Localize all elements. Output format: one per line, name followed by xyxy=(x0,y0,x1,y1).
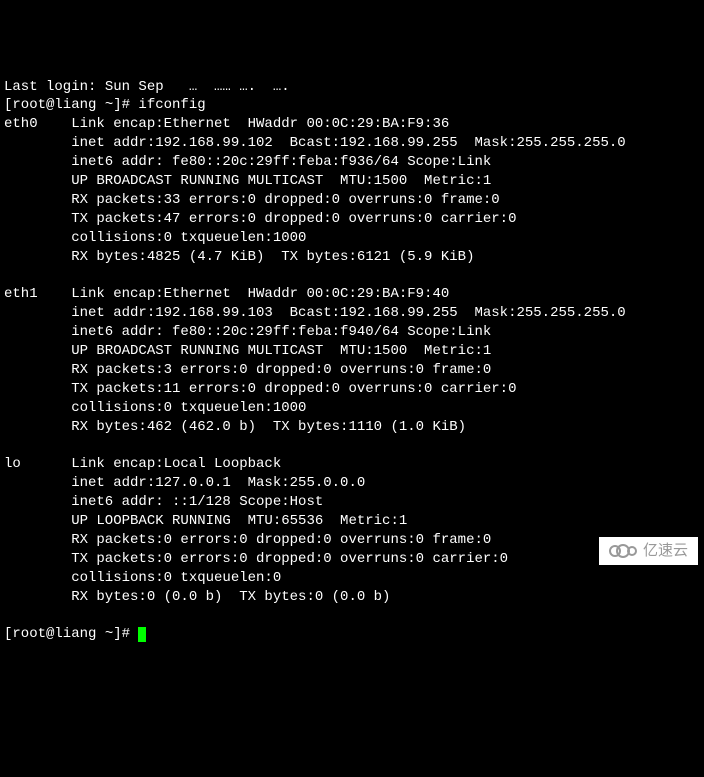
cursor-icon xyxy=(138,627,146,642)
iface-lo-line: loLink encap:Local Loopback xyxy=(4,455,700,474)
iface-lo-line: inet6 addr: ::1/128 Scope:Host xyxy=(4,493,700,512)
iface-eth1-line: RX packets:3 errors:0 dropped:0 overruns… xyxy=(4,361,700,380)
iface-eth0-line: UP BROADCAST RUNNING MULTICAST MTU:1500 … xyxy=(4,172,700,191)
iface-name: eth1 xyxy=(4,285,71,304)
prompt-line-1: [root@liang ~]# ifconfig xyxy=(4,96,700,115)
watermark-text: 亿速云 xyxy=(643,541,688,561)
iface-eth1-line: collisions:0 txqueuelen:1000 xyxy=(4,399,700,418)
iface-eth1-line: UP BROADCAST RUNNING MULTICAST MTU:1500 … xyxy=(4,342,700,361)
shell-prompt: [root@liang ~]# xyxy=(4,626,138,642)
blank-line xyxy=(4,266,700,285)
iface-name: eth0 xyxy=(4,115,71,134)
iface-lo-line: inet addr:127.0.0.1 Mask:255.0.0.0 xyxy=(4,474,700,493)
iface-eth0-line: inet6 addr: fe80::20c:29ff:feba:f936/64 … xyxy=(4,153,700,172)
iface-lo-line: UP LOOPBACK RUNNING MTU:65536 Metric:1 xyxy=(4,512,700,531)
iface-eth0-line: TX packets:47 errors:0 dropped:0 overrun… xyxy=(4,210,700,229)
iface-eth0-line: RX packets:33 errors:0 dropped:0 overrun… xyxy=(4,191,700,210)
iface-lo-line: RX packets:0 errors:0 dropped:0 overruns… xyxy=(4,531,700,550)
iface-eth1-line: RX bytes:462 (462.0 b) TX bytes:1110 (1.… xyxy=(4,418,700,437)
iface-eth1-line: TX packets:11 errors:0 dropped:0 overrun… xyxy=(4,380,700,399)
terminal-output[interactable]: Last login: Sun Sep … …… …. ….[root@lian… xyxy=(4,78,700,645)
blank-line xyxy=(4,607,700,626)
iface-eth0-line: collisions:0 txqueuelen:1000 xyxy=(4,229,700,248)
partial-login-line: Last login: Sun Sep … …… …. …. xyxy=(4,78,700,97)
blank-line xyxy=(4,436,700,455)
iface-eth0-line: RX bytes:4825 (4.7 KiB) TX bytes:6121 (5… xyxy=(4,248,700,267)
iface-eth0-line: inet addr:192.168.99.102 Bcast:192.168.9… xyxy=(4,134,700,153)
iface-eth1-line: inet6 addr: fe80::20c:29ff:feba:f940/64 … xyxy=(4,323,700,342)
prompt-line-2[interactable]: [root@liang ~]# xyxy=(4,625,700,644)
cloud-icon xyxy=(609,543,637,559)
iface-lo-line: TX packets:0 errors:0 dropped:0 overruns… xyxy=(4,550,700,569)
iface-eth1-line: inet addr:192.168.99.103 Bcast:192.168.9… xyxy=(4,304,700,323)
iface-lo-line: RX bytes:0 (0.0 b) TX bytes:0 (0.0 b) xyxy=(4,588,700,607)
iface-name: lo xyxy=(4,455,71,474)
shell-prompt: [root@liang ~]# xyxy=(4,97,138,113)
iface-eth0-line: eth0Link encap:Ethernet HWaddr 00:0C:29:… xyxy=(4,115,700,134)
iface-eth1-line: eth1Link encap:Ethernet HWaddr 00:0C:29:… xyxy=(4,285,700,304)
watermark-badge: 亿速云 xyxy=(599,537,698,565)
iface-lo-line: collisions:0 txqueuelen:0 xyxy=(4,569,700,588)
command-text: ifconfig xyxy=(138,97,205,113)
